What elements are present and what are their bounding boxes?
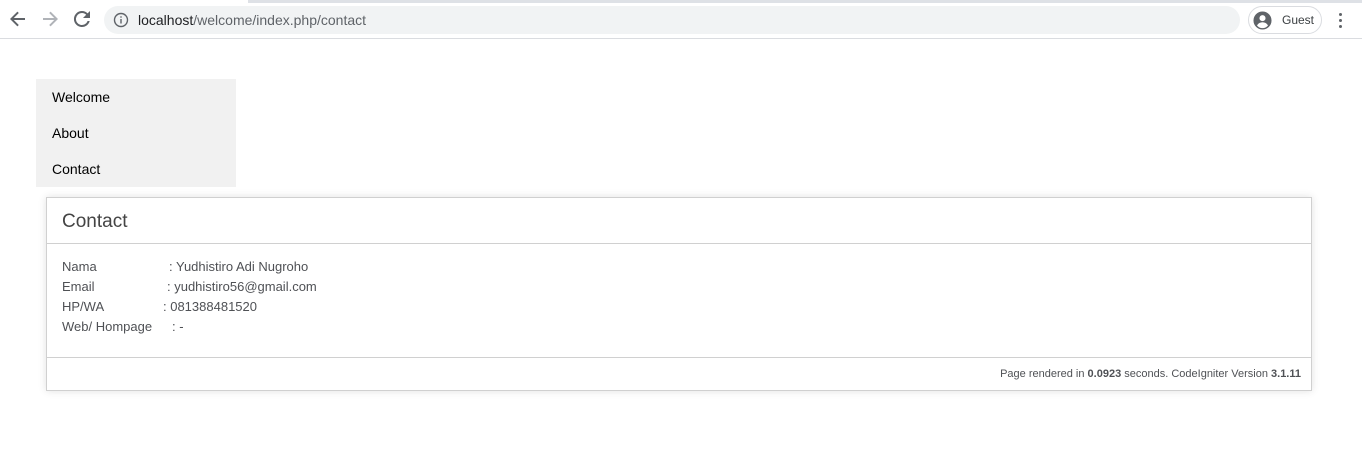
avatar-icon <box>1253 11 1272 30</box>
footer-middle: seconds. CodeIgniter Version <box>1121 368 1272 380</box>
row-value: : - <box>172 319 184 334</box>
reload-button[interactable] <box>68 5 96 33</box>
address-bar[interactable]: localhost/welcome/index.php/contact <box>104 6 1240 34</box>
url-text[interactable]: localhost/welcome/index.php/contact <box>138 12 366 28</box>
nav-item-contact[interactable]: Contact <box>36 151 236 187</box>
row-label: HP/WA <box>62 299 105 314</box>
profile-button[interactable]: Guest <box>1248 6 1322 34</box>
content-card: Contact Nama : Yudhistiro Adi Nugroho Em… <box>46 197 1312 391</box>
arrow-left-icon <box>10 11 25 27</box>
row-value: : yudhistiro56@gmail.com <box>167 279 317 294</box>
row-label: Web/ Hompage <box>62 319 153 334</box>
divider <box>47 357 1311 358</box>
nav-item-welcome[interactable]: Welcome <box>36 79 236 115</box>
menu-dot <box>1338 12 1342 16</box>
menu-dot <box>1338 18 1342 22</box>
back-button[interactable] <box>4 5 32 33</box>
reload-icon <box>73 10 90 27</box>
profile-label: Guest <box>1282 13 1315 27</box>
url-host: localhost <box>138 12 194 28</box>
divider <box>47 243 1311 244</box>
render-footer: Page rendered in 0.0923 seconds. CodeIgn… <box>1000 368 1301 380</box>
arrow-right-icon <box>43 11 58 27</box>
menu-dot <box>1338 24 1342 28</box>
row-label: Nama <box>62 259 97 274</box>
url-path: /welcome/index.php/contact <box>193 12 367 28</box>
row-value: : 081388481520 <box>163 299 257 314</box>
info-icon[interactable] <box>113 12 129 28</box>
row-value: : Yudhistiro Adi Nugroho <box>169 259 309 274</box>
nav-item-about[interactable]: About <box>36 115 236 151</box>
page-nav: Welcome About Contact <box>36 79 236 187</box>
footer-prefix: Page rendered in <box>1000 368 1088 380</box>
tab-strip <box>248 0 1362 3</box>
forward-button[interactable] <box>36 5 64 33</box>
render-time: 0.0923 <box>1087 368 1122 380</box>
page-title: Contact <box>62 211 128 232</box>
framework-version: 3.1.11 <box>1271 368 1301 380</box>
row-label: Email <box>62 279 95 294</box>
browser-toolbar: localhost/welcome/index.php/contact Gues… <box>0 0 1362 39</box>
browser-menu-button[interactable] <box>1330 8 1350 32</box>
